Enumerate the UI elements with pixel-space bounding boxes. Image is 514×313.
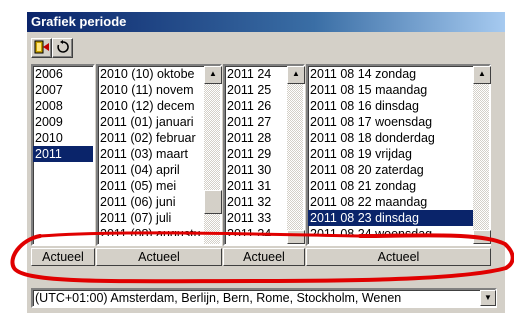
month-list-item[interactable]: 2011 (05) mei [98, 178, 220, 194]
year-list-item[interactable]: 2010 [33, 130, 93, 146]
month-list-item[interactable]: 2010 (11) novem [98, 82, 220, 98]
day-scrollbar[interactable]: ▲ [473, 66, 491, 244]
refresh-icon [56, 39, 70, 57]
year-list-item[interactable]: 2008 [33, 98, 93, 114]
day-list[interactable]: 2011 08 14 zondag 2011 08 15 maandag 2011 … [306, 64, 491, 246]
actueel-month-button[interactable]: Actueel [96, 248, 222, 266]
scroll-thumb[interactable] [204, 190, 222, 214]
actueel-week-button[interactable]: Actueel [223, 248, 305, 266]
month-list-item[interactable]: 2011 (04) april [98, 162, 220, 178]
day-list-item[interactable]: 2011 08 23 dinsdag [308, 210, 489, 226]
month-list-item[interactable]: 2011 (07) juli [98, 210, 220, 226]
actueel-year-button[interactable]: Actueel [31, 248, 95, 266]
day-list-item[interactable]: 2011 08 21 zondag [308, 178, 489, 194]
year-list-item[interactable]: 2007 [33, 82, 93, 98]
chevron-down-icon[interactable]: ▼ [480, 290, 496, 306]
year-list[interactable]: 2006 2007 2008 2009 2010 2011 [31, 64, 95, 246]
day-list-item[interactable]: 2011 08 19 vrijdag [308, 146, 489, 162]
scroll-thumb[interactable] [287, 230, 305, 244]
scroll-up-arrow-icon[interactable]: ▲ [204, 66, 222, 84]
window-title: Grafiek periode [27, 12, 505, 32]
month-list-item[interactable]: 2010 (12) decem [98, 98, 220, 114]
week-scrollbar[interactable]: ▲ [287, 66, 305, 244]
day-list-item[interactable]: 2011 08 15 maandag [308, 82, 489, 98]
year-list-item[interactable]: 2009 [33, 114, 93, 130]
day-list-item[interactable]: 2011 08 24 woensdag [308, 226, 489, 236]
month-list-item[interactable]: 2011 (03) maart [98, 146, 220, 162]
day-list-item[interactable]: 2011 08 14 zondag [308, 66, 489, 82]
day-list-item[interactable]: 2011 08 18 donderdag [308, 130, 489, 146]
scroll-thumb[interactable] [473, 230, 491, 244]
day-list-item[interactable]: 2011 08 20 zaterdag [308, 162, 489, 178]
exit-button[interactable] [31, 38, 52, 58]
year-list-item[interactable]: 2006 [33, 66, 93, 82]
month-list-item[interactable]: 2011 (06) juni [98, 194, 220, 210]
month-list-item[interactable]: 2011 (01) januari [98, 114, 220, 130]
day-list-item[interactable]: 2011 08 16 dinsdag [308, 98, 489, 114]
actueel-day-button[interactable]: Actueel [306, 248, 491, 266]
door-exit-icon [34, 40, 50, 57]
refresh-button[interactable] [52, 38, 73, 58]
timezone-select[interactable]: (UTC+01:00) Amsterdam, Berlijn, Bern, Ro… [31, 288, 497, 308]
month-scrollbar[interactable]: ▲ [204, 66, 222, 244]
month-list-item[interactable]: 2011 (02) februar [98, 130, 220, 146]
scroll-up-arrow-icon[interactable]: ▲ [473, 66, 491, 84]
month-list-item[interactable]: 2010 (10) oktobe [98, 66, 220, 82]
scroll-up-arrow-icon[interactable]: ▲ [287, 66, 305, 84]
month-list-item[interactable]: 2011 (08) augustu [98, 226, 220, 236]
day-list-item[interactable]: 2011 08 22 maandag [308, 194, 489, 210]
day-list-item[interactable]: 2011 08 17 woensdag [308, 114, 489, 130]
year-list-item[interactable]: 2011 [33, 146, 93, 162]
cropped-caption [0, 0, 514, 6]
